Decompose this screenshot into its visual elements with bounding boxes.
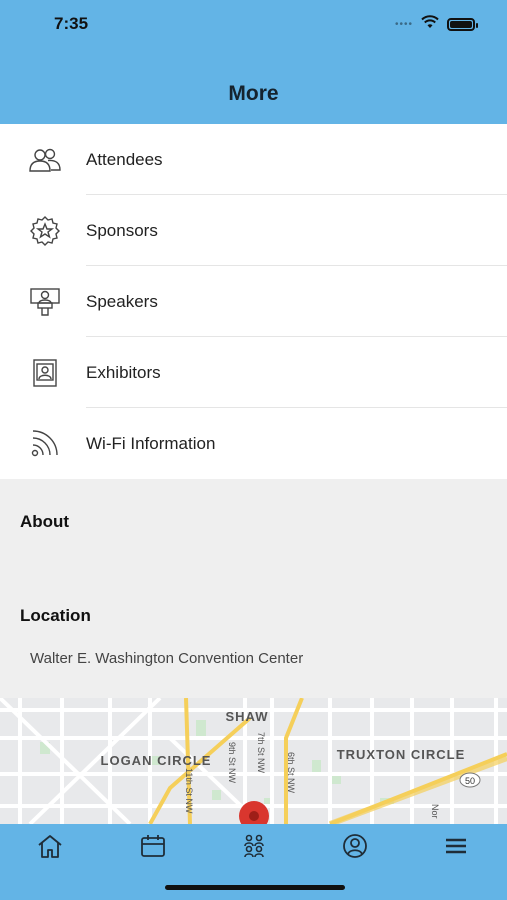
page-title: More (228, 82, 279, 105)
speaker-podium-icon (28, 286, 62, 318)
menu-item-exhibitors[interactable]: Exhibitors (0, 337, 507, 408)
map-label-7th-st: 7th St NW (256, 732, 266, 774)
location-map[interactable]: SHAW LOGAN CIRCLE TRUXTON CIRCLE 9th St … (0, 698, 507, 824)
menu-item-label: Sponsors (86, 220, 158, 240)
status-bar: 7:35 •••• (0, 0, 507, 48)
map-label-logan-circle: LOGAN CIRCLE (101, 753, 212, 768)
tab-home[interactable] (34, 834, 66, 862)
menu-item-wifi-information[interactable]: Wi-Fi Information (0, 408, 507, 479)
map-label-truxton-circle: TRUXTON CIRCLE (337, 747, 466, 762)
menu-item-speakers[interactable]: Speakers (0, 266, 507, 337)
menu-item-label: Speakers (86, 291, 158, 311)
map-label-6th-st: 6th St NW (286, 752, 296, 794)
sponsor-badge-icon (28, 215, 62, 247)
map-label-9th-st: 9th St NW (227, 742, 237, 784)
battery-icon (447, 18, 478, 31)
tab-schedule[interactable] (137, 834, 169, 862)
home-indicator (165, 885, 345, 890)
people-icon (240, 833, 268, 864)
wifi-status-icon (421, 15, 439, 34)
status-icons: •••• (394, 15, 478, 34)
menu-item-attendees[interactable]: Attendees (0, 124, 507, 195)
about-heading: About (20, 512, 70, 531)
location-heading: Location (20, 606, 91, 625)
attendees-icon (28, 144, 62, 176)
cellular-signal-icon: •••• (394, 19, 413, 30)
menu-item-label: Wi-Fi Information (86, 433, 216, 453)
map-label-north: Nor (430, 804, 440, 819)
home-icon (36, 833, 64, 864)
menu-item-label: Attendees (86, 149, 163, 169)
tab-profile[interactable] (339, 833, 371, 864)
profile-icon (341, 833, 369, 864)
map-graphic: SHAW LOGAN CIRCLE TRUXTON CIRCLE 9th St … (0, 698, 507, 824)
tab-more[interactable] (440, 834, 472, 862)
menu-item-sponsors[interactable]: Sponsors (0, 195, 507, 266)
calendar-icon (139, 833, 167, 864)
map-label-shaw: SHAW (226, 709, 269, 724)
wifi-icon (28, 428, 62, 460)
menu-item-label: Exhibitors (86, 362, 161, 382)
exhibitor-booth-icon (28, 357, 62, 389)
map-label-route-50: 50 (465, 776, 475, 786)
status-time: 7:35 (54, 14, 89, 33)
more-menu-list: Attendees Sponsors Speakers Exhibitors W… (0, 124, 507, 479)
location-address: Walter E. Washington Convention Center (30, 650, 304, 667)
menu-icon (442, 833, 470, 864)
tab-people[interactable] (238, 834, 270, 862)
header-bar: 7:35 •••• More (0, 0, 507, 124)
map-label-11th-st: 11th St NW (184, 768, 194, 814)
